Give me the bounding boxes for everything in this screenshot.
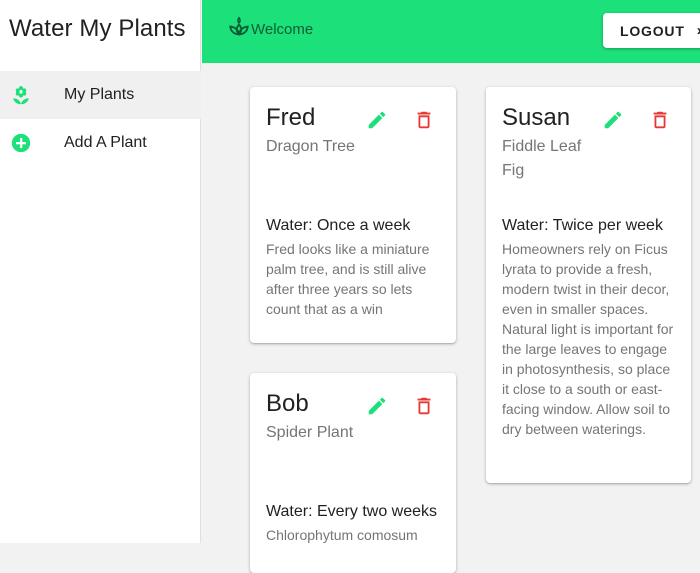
plant-species: Spider Plant [266, 424, 354, 441]
logout-label: LOGOUT [620, 22, 685, 39]
plant-water-schedule: Water: Once a week [266, 217, 411, 234]
logout-button[interactable]: LOGOUT › [603, 13, 700, 48]
plant-card: Susan Fiddle Leaf Fig Water: Twice per w… [486, 87, 691, 483]
plant-card: Fred Dragon Tree Water: Once a week Fred… [250, 87, 456, 343]
edit-icon[interactable] [602, 109, 624, 131]
plant-name: Susan [502, 104, 571, 131]
spa-icon [229, 16, 249, 36]
add-circle-icon [11, 133, 31, 153]
plant-water-schedule: Water: Every two weeks [266, 503, 438, 520]
plant-card: Bob Spider Plant Water: Every two weeks … [250, 373, 456, 573]
app-title: Water My Plants [9, 15, 186, 42]
delete-icon[interactable] [413, 395, 435, 417]
sidebar-item-add-a-plant[interactable]: Add A Plant [0, 119, 201, 167]
plant-species: Fiddle Leaf Fig [502, 138, 582, 179]
delete-icon[interactable] [413, 109, 435, 131]
edit-icon[interactable] [366, 395, 388, 417]
edit-icon[interactable] [366, 109, 388, 131]
sidebar-item-label: Add A Plant [64, 134, 147, 151]
welcome-text: Welcome [251, 21, 314, 38]
delete-icon[interactable] [649, 109, 671, 131]
top-app-bar: Welcome LOGOUT › [202, 0, 700, 63]
plant-water-schedule: Water: Twice per week [502, 217, 663, 234]
plant-name: Fred [266, 104, 316, 131]
welcome-group: Welcome [228, 16, 313, 38]
sidebar: Water My Plants My Plants Add A Plant [0, 0, 201, 543]
sidebar-item-label: My Plants [64, 86, 135, 103]
plant-description: Homeowners rely on Ficus lyrata to provi… [502, 241, 674, 437]
plant-species: Dragon Tree [266, 138, 355, 155]
plant-name: Bob [266, 390, 309, 417]
plant-description: Chlorophytum comosum [266, 527, 418, 543]
flower-icon [13, 86, 29, 105]
sidebar-item-my-plants[interactable]: My Plants [0, 71, 201, 119]
plant-description: Fred looks like a miniature palm tree, a… [266, 241, 430, 317]
